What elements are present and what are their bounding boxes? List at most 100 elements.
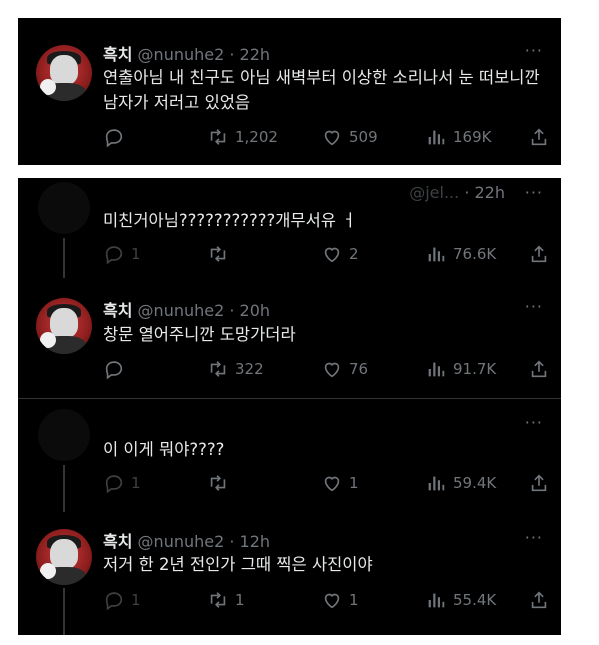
like-count: 1	[349, 591, 359, 609]
avatar[interactable]	[36, 298, 92, 354]
reply-button[interactable]: 1	[103, 589, 141, 611]
tweet-actions: 322 76 91.7K	[103, 358, 548, 380]
retweet-button[interactable]: 1	[207, 589, 245, 611]
share-button[interactable]	[528, 126, 550, 148]
tweet-screenshot-2: @jel... · 22h ··· 미친거아님???????????개무서유 ㅓ…	[18, 178, 561, 635]
tweet-header: 흑치 @nunuhe2 · 20h	[103, 297, 270, 321]
more-options-button[interactable]: ···	[525, 413, 543, 432]
reply-tweet[interactable]: ··· 이 이게 뭐야???? 1 1 59.4K	[18, 399, 561, 512]
tweet-text: 이 이게 뭐야????	[103, 440, 225, 459]
views-count: 169K	[453, 128, 492, 146]
views-icon	[428, 362, 445, 377]
display-name[interactable]: 흑치	[103, 301, 132, 320]
timestamp[interactable]: · 12h	[229, 532, 270, 551]
retweet-icon	[210, 475, 226, 491]
more-options-button[interactable]: ···	[525, 528, 543, 547]
avatar[interactable]	[38, 409, 90, 461]
user-handle[interactable]: @nunuhe2	[138, 532, 225, 551]
views-icon	[428, 130, 445, 145]
reply-tweet[interactable]: 흑치 @nunuhe2 · 12h ··· 저거 한 2년 전인가 그때 찍은 …	[18, 512, 561, 635]
retweet-icon	[210, 246, 226, 262]
like-count: 1	[349, 474, 359, 492]
more-options-button[interactable]: ···	[525, 41, 543, 60]
user-handle[interactable]: @jel...	[409, 183, 459, 202]
tweet-text: 미친거아님???????????개무서유 ㅓ	[103, 211, 357, 230]
tweet-header: 흑치 @nunuhe2 · 22h	[103, 41, 270, 65]
reply-button[interactable]: 1	[103, 472, 141, 494]
share-icon	[531, 591, 547, 609]
views-icon	[428, 476, 445, 491]
views-button[interactable]: 59.4K	[425, 472, 496, 494]
reply-icon	[105, 475, 123, 494]
tweet-text: 저거 한 2년 전인가 그때 찍은 사진이야	[103, 555, 373, 574]
tweet-actions: 1 1 59.4K	[103, 472, 548, 494]
tweet-text: 창문 열어주니깐 도망가더라	[103, 325, 296, 344]
retweet-button[interactable]: 1,202	[207, 126, 278, 148]
more-options-button[interactable]: ···	[525, 297, 543, 316]
retweet-count: 1	[235, 591, 245, 609]
reply-button[interactable]	[103, 126, 131, 148]
timestamp[interactable]: · 20h	[229, 301, 270, 320]
retweet-count: 322	[235, 360, 264, 378]
reply-button[interactable]: 1	[103, 243, 141, 265]
like-button[interactable]: 76	[321, 358, 368, 380]
views-button[interactable]: 169K	[425, 126, 491, 148]
like-button[interactable]: 2	[321, 243, 359, 265]
avatar[interactable]	[36, 529, 92, 585]
views-button[interactable]: 76.6K	[425, 243, 496, 265]
views-button[interactable]: 55.4K	[425, 589, 496, 611]
heart-icon	[324, 130, 340, 146]
display-name[interactable]: 흑치	[103, 45, 132, 64]
share-icon	[531, 360, 547, 378]
like-button[interactable]: 1	[321, 472, 359, 494]
tweet-actions: 1 2 76.6K	[103, 243, 548, 265]
retweet-button[interactable]	[207, 243, 235, 265]
share-button[interactable]	[528, 358, 550, 380]
tweet-header: 흑치 @nunuhe2 · 12h	[103, 528, 270, 552]
user-handle[interactable]: @nunuhe2	[138, 45, 225, 64]
reply-icon	[105, 246, 123, 265]
retweet-icon	[210, 129, 226, 145]
share-icon	[531, 245, 547, 263]
tweet-actions: 1,202 509 169K	[103, 126, 548, 148]
retweet-icon	[210, 361, 226, 377]
more-options-button[interactable]: ···	[525, 183, 543, 202]
like-button[interactable]: 509	[321, 126, 378, 148]
share-button[interactable]	[528, 472, 550, 494]
views-button[interactable]: 91.7K	[425, 358, 496, 380]
heart-icon	[324, 593, 340, 609]
retweet-button[interactable]: 322	[207, 358, 264, 380]
like-count: 76	[349, 360, 369, 378]
retweet-button[interactable]	[207, 472, 235, 494]
display-name[interactable]: 흑치	[103, 532, 132, 551]
avatar[interactable]	[36, 45, 92, 101]
views-count: 55.4K	[453, 591, 497, 609]
timestamp[interactable]: · 22h	[464, 183, 505, 202]
share-icon	[531, 128, 547, 146]
tweet-text: 연출아님 내 친구도 아님 새벽부터 이상한 소리나서 눈 떠보니깐 남자가 저…	[103, 68, 540, 112]
views-icon	[428, 247, 445, 262]
retweet-count: 1,202	[235, 128, 278, 146]
views-icon	[428, 593, 445, 608]
like-count: 509	[349, 128, 378, 146]
reply-tweet[interactable]: 흑치 @nunuhe2 · 20h ··· 창문 열어주니깐 도망가더라 322…	[18, 285, 561, 398]
reply-button[interactable]	[103, 358, 131, 380]
views-count: 76.6K	[453, 245, 497, 263]
tweet-screenshot-1: 흑치 @nunuhe2 · 22h ··· 연출아님 내 친구도 아님 새벽부터…	[18, 18, 561, 165]
user-handle[interactable]: @nunuhe2	[138, 301, 225, 320]
share-button[interactable]	[528, 243, 550, 265]
avatar[interactable]	[38, 182, 90, 234]
share-button[interactable]	[528, 589, 550, 611]
reply-icon	[105, 592, 123, 611]
like-button[interactable]: 1	[321, 589, 359, 611]
heart-icon	[324, 476, 340, 492]
like-count: 2	[349, 245, 359, 263]
views-count: 91.7K	[453, 360, 497, 378]
reply-count: 1	[131, 474, 141, 492]
reply-icon	[105, 129, 123, 148]
timestamp[interactable]: · 22h	[229, 45, 270, 64]
heart-icon	[324, 247, 340, 263]
reply-count: 1	[131, 591, 141, 609]
reply-icon	[105, 361, 123, 380]
reply-tweet[interactable]: @jel... · 22h ··· 미친거아님???????????개무서유 ㅓ…	[18, 178, 561, 278]
